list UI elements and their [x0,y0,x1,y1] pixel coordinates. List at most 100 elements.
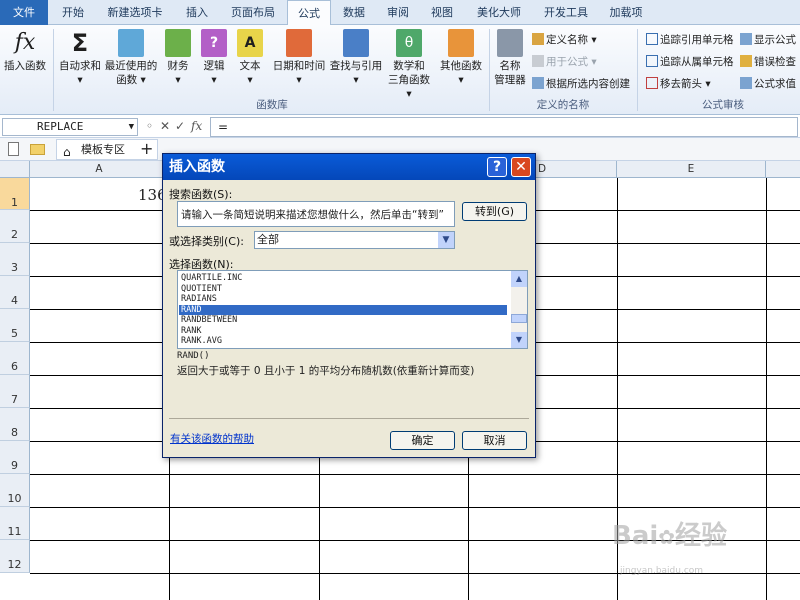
tab-developer[interactable]: 开发工具 [538,0,594,25]
remove-arrows-icon [646,77,658,89]
ok-button[interactable]: 确定 [390,431,455,450]
insert-function-dialog: 插入函数 ? ✕ 搜索函数(S): 请输入一条简短说明来描述您想做什么，然后单击… [162,153,536,458]
new-file-icon[interactable] [8,142,19,156]
scroll-down-icon[interactable]: ▼ [511,332,527,348]
books-icon [448,29,474,57]
row-header[interactable]: 10 [0,474,30,507]
lookup-button[interactable]: 查找与引用 ▾ [328,29,384,87]
tab-beautify[interactable]: 美化大师 [468,0,530,25]
template-zone-label: 模板专区 [81,143,125,156]
row-header[interactable]: 6 [0,342,30,375]
autosum-button[interactable]: Σ 自动求和 ▾ [58,29,102,87]
insert-function-button[interactable]: fx 插入函数 [2,29,48,73]
search-function-input[interactable]: 请输入一条简短说明来描述您想做什么，然后单击“转到” [177,201,455,227]
trace-arrow-icon [646,33,658,45]
list-scrollbar[interactable]: ▲ ▼ [511,271,527,348]
tab-review[interactable]: 审阅 [380,0,416,25]
financial-button[interactable]: 财务 ▾ [162,29,194,87]
insert-function-label: 插入函数 [4,60,46,72]
use-in-formula-button[interactable]: 用于公式 ▾ [532,55,597,69]
name-manager-button[interactable]: 名称 管理器 [492,29,528,87]
magnifier-book-icon [343,29,369,57]
close-icon[interactable]: ✕ [511,157,531,177]
help-icon[interactable]: ? [487,157,507,177]
list-item[interactable]: RANK [181,326,509,336]
row-header[interactable]: 8 [0,408,30,441]
evaluate-formula-button[interactable]: 公式求值 [740,77,796,91]
scroll-thumb[interactable] [511,314,527,323]
dialog-title-bar[interactable]: 插入函数 ? ✕ [163,154,535,180]
formula-input[interactable]: = [210,117,798,137]
tab-view[interactable]: 视图 [424,0,460,25]
function-list[interactable]: QUARTILE.INC QUOTIENT RADIANS RAND RANDB… [177,270,528,349]
tab-insert[interactable]: 插入 [176,0,218,25]
star-book-icon [118,29,144,57]
chevron-down-icon[interactable]: ▼ [438,232,454,248]
recently-used-button[interactable]: 最近使用的 函数 ▾ [104,29,158,87]
row-header[interactable]: 4 [0,276,30,309]
list-item-selected[interactable]: RAND [179,305,507,315]
text-book-icon: A [237,29,263,57]
formula-icon [532,55,544,67]
trace-precedents-button[interactable]: 追踪引用单元格 [646,33,734,47]
trace-precedents-label: 追踪引用单元格 [660,34,734,46]
tab-formulas[interactable]: 公式 [287,0,331,26]
tab-file[interactable]: 文件 [0,0,48,25]
group-label-defined-names: 定义的名称 [536,99,590,111]
row-header[interactable]: 11 [0,507,30,540]
show-formulas-button[interactable]: 显示公式 [740,33,796,47]
scroll-up-icon[interactable]: ▲ [511,271,527,287]
recently-used-label-2: 函数 ▾ [116,74,146,86]
paw-icon: ✿ [658,525,676,549]
logical-button[interactable]: ? 逻辑 ▾ [198,29,230,87]
row-header[interactable]: 5 [0,309,30,342]
cancel-icon[interactable]: ✕ [160,119,170,133]
tab-new[interactable]: 新建选项卡 [100,0,170,25]
other-functions-button[interactable]: 其他函数 ▾ [436,29,486,87]
group-label-formula-auditing: 公式审核 [702,99,744,111]
list-item[interactable]: RANK.AVG [181,336,509,346]
tab-data[interactable]: 数据 [336,0,372,25]
gridline [30,507,800,508]
column-header-a[interactable]: A [30,161,169,178]
datetime-button[interactable]: 日期和时间 ▾ [270,29,328,87]
row-header[interactable]: 7 [0,375,30,408]
select-all-corner[interactable] [0,161,30,178]
show-formulas-label: 显示公式 [754,34,796,46]
ribbon: fx 插入函数 Σ 自动求和 ▾ 最近使用的 函数 ▾ 财务 ▾ ? 逻辑 ▾ … [0,25,800,115]
tab-addins[interactable]: 加载项 [602,0,650,25]
trace-dependents-button[interactable]: 追踪从属单元格 [646,55,734,69]
math-button[interactable]: θ 数学和 三角函数 ▾ [384,29,434,101]
chevron-down-icon[interactable]: ▼ [129,119,134,135]
cancel-button[interactable]: 取消 [462,431,527,450]
name-box[interactable]: REPLACE ▼ [2,118,138,136]
define-name-button[interactable]: 定义名称 ▾ [532,33,597,47]
watermark: Bai✿经验 [612,515,727,552]
cell-a1[interactable]: 136 [30,178,169,210]
list-item[interactable]: RANDBETWEEN [181,315,509,325]
name-manager-icon [497,29,523,57]
row-header[interactable]: 2 [0,210,30,243]
tab-page-layout[interactable]: 页面布局 [224,0,282,25]
fx-icon[interactable]: fx [191,119,202,133]
row-header[interactable]: 12 [0,540,30,573]
error-checking-button[interactable]: 错误检查 [740,55,796,69]
list-item[interactable]: QUARTILE.INC [181,273,509,283]
category-select[interactable]: 全部 ▼ [254,231,455,249]
row-header[interactable]: 9 [0,441,30,474]
list-item[interactable]: QUOTIENT [181,284,509,294]
go-button[interactable]: 转到(G) [462,202,527,221]
list-item[interactable]: RADIANS [181,294,509,304]
confirm-icon[interactable]: ✓ [175,119,185,133]
tab-home[interactable]: 开始 [52,0,94,25]
logical-book-icon: ? [201,29,227,57]
text-button[interactable]: A 文本 ▾ [234,29,266,87]
create-from-selection-button[interactable]: 根据所选内容创建 [532,77,630,91]
remove-arrows-button[interactable]: 移去箭头 ▾ [646,77,711,91]
row-header[interactable]: 1 [0,178,30,210]
row-header[interactable]: 3 [0,243,30,276]
function-help-link[interactable]: 有关该函数的帮助 [170,431,254,446]
folder-icon[interactable] [30,144,45,155]
add-tab-icon[interactable]: + [140,139,153,158]
column-header-e[interactable]: E [617,161,766,178]
